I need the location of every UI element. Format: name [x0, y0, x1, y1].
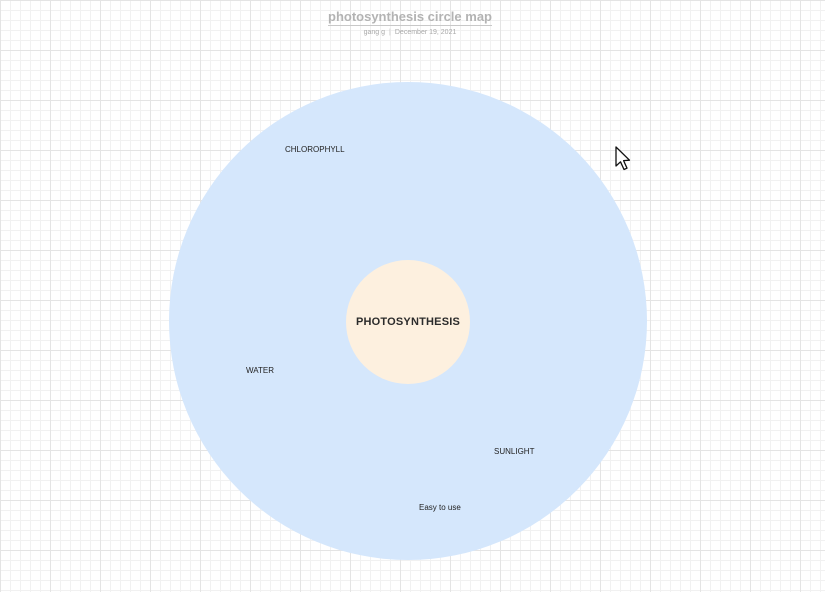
document-meta: gang g | December 19, 2021 — [0, 29, 820, 36]
document-author: gang g — [363, 29, 386, 36]
item-sunlight[interactable]: SUNLIGHT — [494, 447, 534, 456]
item-easy-to-use[interactable]: Easy to use — [419, 503, 461, 512]
document-header: photosynthesis circle map gang g | Decembe… — [0, 8, 820, 36]
document-date: December 19, 2021 — [394, 29, 457, 36]
inner-circle[interactable]: PHOTOSYNTHESIS — [346, 260, 470, 384]
item-chlorophyll[interactable]: CHLOROPHYLL — [285, 145, 345, 154]
center-topic-label: PHOTOSYNTHESIS — [355, 316, 461, 328]
item-water[interactable]: WATER — [246, 366, 274, 375]
diagram-canvas[interactable]: photosynthesis circle map gang g | Decembe… — [0, 0, 825, 592]
document-title[interactable]: photosynthesis circle map — [328, 9, 492, 26]
mouse-pointer-icon — [615, 146, 631, 171]
meta-separator: | — [389, 29, 391, 36]
